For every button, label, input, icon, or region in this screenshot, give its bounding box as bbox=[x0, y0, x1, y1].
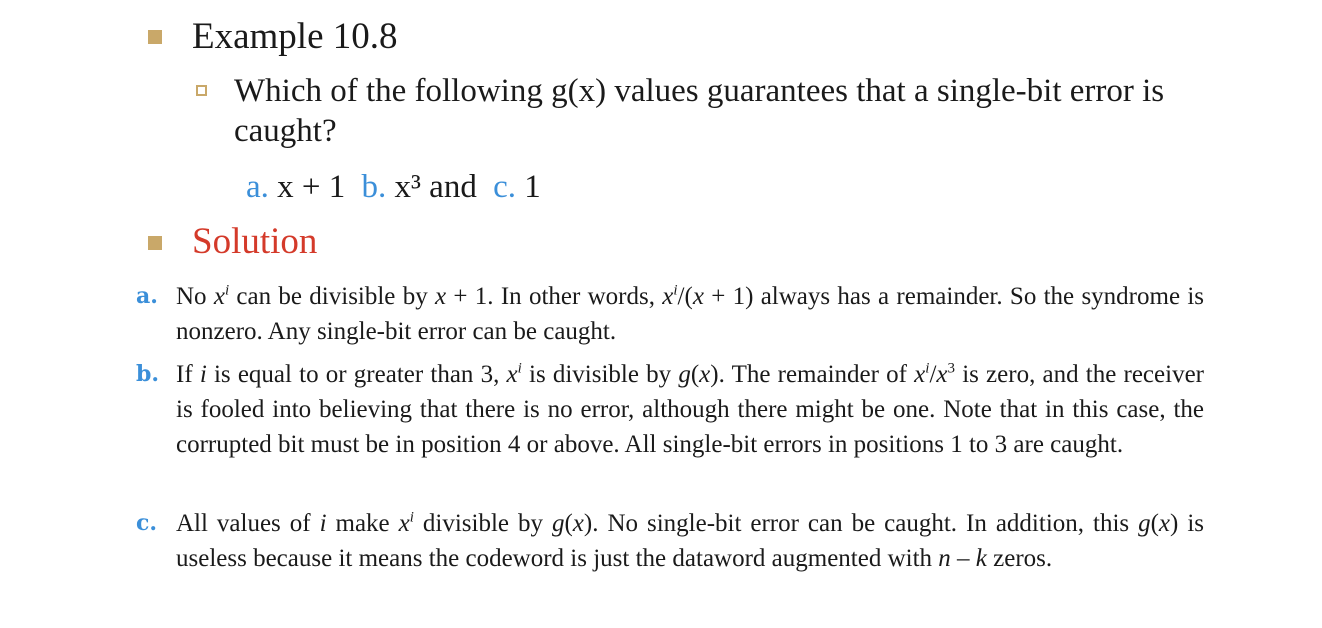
solution-item-a: a. No xi can be divisible by x + 1. In o… bbox=[136, 279, 1216, 349]
option-a-letter: a. bbox=[246, 169, 269, 205]
solution-c-text: All values of i make xi divisible by g(x… bbox=[176, 509, 1205, 572]
question-text: Which of the following g(x) values guara… bbox=[234, 73, 1165, 149]
solution-item-c: c. All values of i make xi divisible by … bbox=[136, 506, 1216, 611]
options-line: a. x + 1 b. x³ and c. 1 bbox=[246, 167, 541, 207]
example-title: Example 10.8 bbox=[192, 16, 398, 57]
solution-b-text: If i is equal to or greater than 3, xi i… bbox=[176, 360, 1204, 458]
bullet-hollow-square-icon bbox=[196, 85, 207, 96]
bullet-square-icon bbox=[148, 30, 162, 44]
option-c-letter: c. bbox=[493, 169, 516, 205]
solution-c-letter: c. bbox=[136, 510, 158, 536]
solution-a-text: No xi can be divisible by x + 1. In othe… bbox=[176, 282, 1205, 345]
bullet-square-icon bbox=[148, 236, 162, 250]
option-c-expr: 1 bbox=[524, 169, 541, 205]
solution-a-letter: a. bbox=[136, 283, 158, 309]
option-a-expr: x + 1 bbox=[277, 169, 346, 205]
solution-title: Solution bbox=[192, 221, 318, 262]
solution-item-b: b. If i is equal to or greater than 3, x… bbox=[136, 357, 1216, 497]
option-b-expr: x³ and bbox=[394, 169, 477, 205]
option-b-letter: b. bbox=[361, 169, 387, 205]
solution-b-letter: b. bbox=[136, 361, 160, 387]
